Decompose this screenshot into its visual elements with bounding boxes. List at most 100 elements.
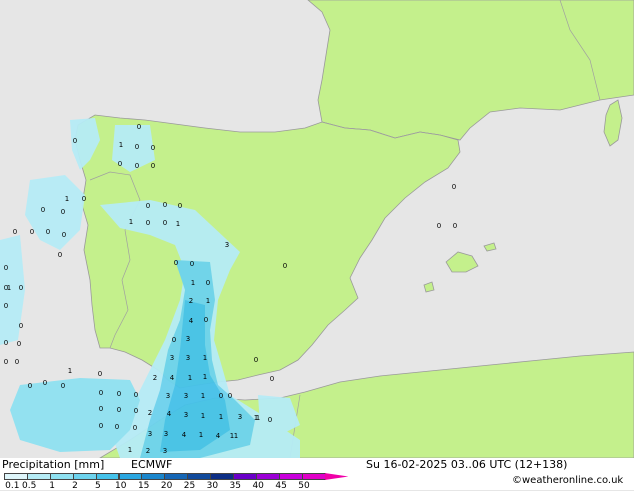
precip-value: 1: [219, 413, 223, 421]
precipitation-map: 0010000010000000100100300010214030331241…: [0, 0, 634, 458]
precip-value: 1: [203, 354, 207, 362]
precip-value: 0: [41, 206, 45, 214]
precip-value: 0: [133, 424, 137, 432]
precip-value: 0: [206, 279, 210, 287]
precip-value: 0: [118, 160, 122, 168]
legend-swatch: [187, 473, 212, 480]
precip-value: 4: [170, 374, 175, 382]
precip-value: 0: [134, 391, 138, 399]
precip-value: 4: [182, 431, 187, 439]
precip-value: 3: [184, 392, 188, 400]
precip-value: 1: [234, 432, 238, 440]
precip-value: 2: [153, 374, 157, 382]
precip-value: 0: [268, 416, 272, 424]
precip-value: 0: [61, 208, 65, 216]
precip-value: 1: [199, 431, 203, 439]
precip-value: 4: [216, 432, 221, 440]
precip-value: 1: [176, 220, 180, 228]
precip-value: 3: [164, 430, 168, 438]
map-canvas: 001 0 00 0 01 00 00 0 0 01 0 0 10 0300 01 02 14 0303 3 12 4 1…: [0, 0, 634, 458]
precip-value: 0: [30, 228, 34, 236]
precip-value: 0: [146, 219, 150, 227]
precip-value: 0: [134, 407, 138, 415]
legend-swatch: [233, 473, 257, 480]
legend-swatch: [255, 473, 280, 480]
precip-value: 1: [256, 414, 260, 422]
legend-swatch: [26, 473, 51, 480]
precip-value: 0: [190, 260, 194, 268]
precip-value: 2: [148, 409, 152, 417]
precip-value: 0: [28, 382, 32, 390]
precip-value: 0: [99, 389, 103, 397]
credit-text[interactable]: ©weatheronline.co.uk: [512, 475, 623, 486]
precip-value: 1: [68, 367, 72, 375]
precip-value: 0: [178, 202, 182, 210]
precip-value: 3: [170, 354, 174, 362]
legend-swatch: [72, 473, 97, 480]
precip-value: 0: [4, 358, 8, 366]
precip-value: 1: [203, 373, 207, 381]
legend-swatch: [210, 473, 234, 480]
legend-swatch: [118, 473, 143, 480]
precip-value: 0: [46, 228, 50, 236]
legend-swatch: [49, 473, 74, 480]
valid-datetime: Su 16-02-2025 03..06 UTC (12+138): [366, 458, 568, 471]
precip-value: 0: [151, 144, 155, 152]
precip-value: 3: [186, 335, 190, 343]
precip-value: 0: [146, 202, 150, 210]
model-label: ECMWF: [131, 458, 173, 471]
precip-value: 3: [186, 354, 190, 362]
precip-value: 3: [166, 392, 170, 400]
precip-value: 0: [19, 284, 23, 292]
precip-value: 0: [62, 231, 66, 239]
precip-value: 0: [73, 137, 77, 145]
legend-swatch: [164, 473, 189, 480]
precip-value: 0: [98, 370, 102, 378]
precip-value: 1: [206, 297, 210, 305]
precip-value: 0: [453, 222, 457, 230]
precip-value: 0: [219, 392, 223, 400]
legend-swatch: [141, 473, 166, 480]
precip-value: 3: [163, 447, 167, 455]
precip-value: 1: [129, 218, 133, 226]
legend-swatch: [324, 473, 349, 480]
precip-value: 0: [99, 422, 103, 430]
precip-value: 0: [254, 356, 258, 364]
precip-value: 1: [119, 141, 123, 149]
precip-value: 0: [174, 259, 178, 267]
precip-value: 0: [117, 390, 121, 398]
precip-value: 0: [151, 162, 155, 170]
precip-value: 0: [228, 392, 232, 400]
legend-swatch: [95, 473, 120, 480]
precip-value: 0: [204, 316, 208, 324]
precip-value: 0: [4, 339, 8, 347]
legend-swatch: [301, 473, 326, 480]
legend-swatch: [4, 473, 28, 480]
precip-value: 0: [4, 302, 8, 310]
chart-title: Precipitation [mm]: [2, 458, 105, 471]
precip-value: 0: [283, 262, 287, 270]
precip-value: 0: [13, 228, 17, 236]
legend-swatch: [278, 473, 303, 480]
precip-value: 0: [270, 375, 274, 383]
precip-value: 0: [437, 222, 441, 230]
precip-value: 0: [58, 251, 62, 259]
precip-value: 1: [191, 279, 195, 287]
precip-value: 0: [115, 423, 119, 431]
precip-value: 3: [148, 430, 152, 438]
precip-value: 0: [452, 183, 456, 191]
precip-value: 1: [230, 432, 234, 440]
precip-value: 0: [163, 219, 167, 227]
precip-value: 1: [7, 284, 11, 292]
precip-value: 0: [163, 201, 167, 209]
precip-value: 1: [65, 195, 69, 203]
precip-value: 0: [15, 358, 19, 366]
precip-value: 3: [184, 411, 188, 419]
precip-value: 2: [146, 447, 150, 455]
precip-value: 1: [128, 446, 132, 454]
precip-value: 0: [135, 143, 139, 151]
precip-value: 0: [135, 162, 139, 170]
precip-value: 0: [117, 406, 121, 414]
precip-value: 2: [189, 297, 193, 305]
precip-value: 0: [61, 382, 65, 390]
